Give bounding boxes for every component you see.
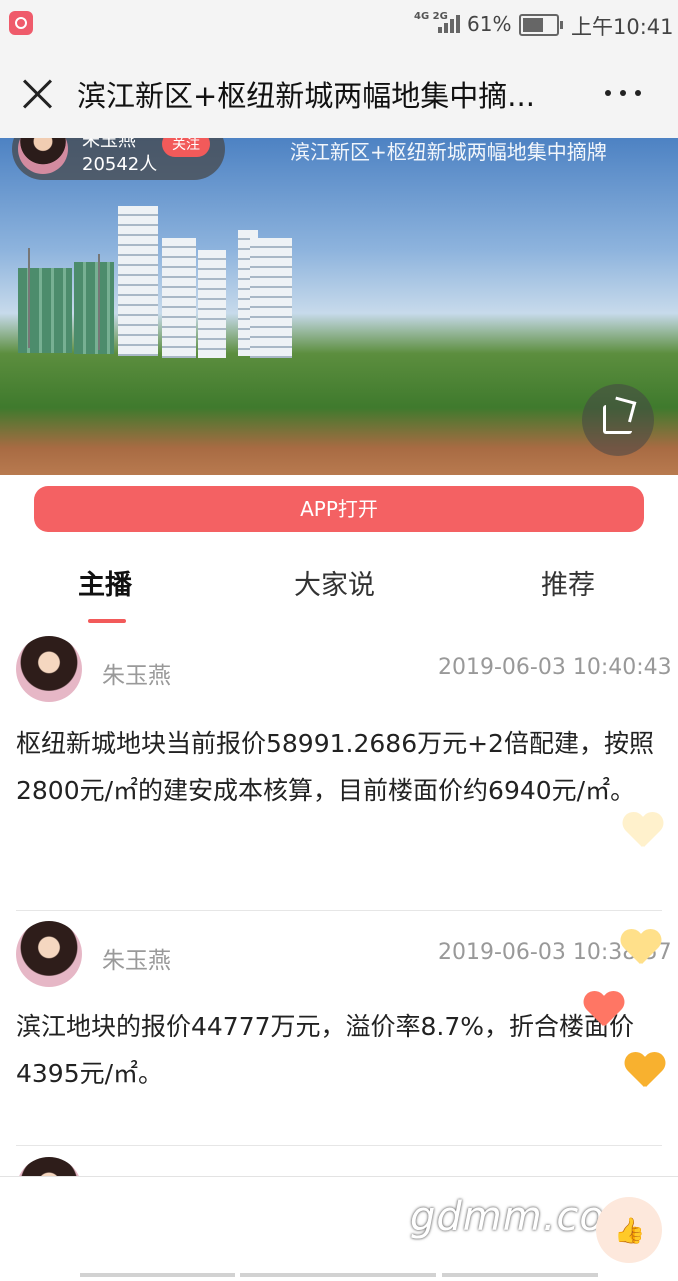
home-indicator bbox=[240, 1273, 436, 1277]
building-shape bbox=[162, 238, 196, 358]
battery-icon bbox=[519, 14, 563, 36]
post-author: 朱玉燕 bbox=[102, 663, 171, 689]
like-button[interactable]: 👍 bbox=[596, 1197, 662, 1263]
tab-host[interactable]: 主播 bbox=[78, 563, 132, 602]
active-tab-indicator bbox=[88, 619, 126, 623]
building-shape bbox=[18, 268, 72, 353]
host-follower-count: 20542人 bbox=[82, 154, 158, 175]
signal-icon bbox=[438, 13, 460, 33]
tab-everyone-says[interactable]: 大家说 bbox=[294, 563, 375, 602]
close-icon[interactable] bbox=[20, 77, 54, 111]
crane-shape bbox=[98, 254, 100, 350]
avatar[interactable] bbox=[16, 636, 82, 702]
home-indicator bbox=[442, 1273, 598, 1277]
status-bar: 4G 2G 61% 上午10:41 bbox=[0, 0, 678, 48]
bottom-bar: gdmm.com 👍 bbox=[0, 1176, 678, 1281]
building-shape bbox=[118, 206, 158, 356]
heart-icon bbox=[620, 930, 662, 966]
divider bbox=[16, 1145, 662, 1146]
title-bar: 滨江新区+枢纽新城两幅地集中摘... bbox=[0, 48, 678, 139]
post-content: 枢纽新城地块当前报价58991.2686万元+2倍配建，按照2800元/㎡的建安… bbox=[16, 729, 654, 805]
hero-image: 朱玉燕 20542人 关注 滨江新区+枢纽新城两幅地集中摘牌 bbox=[0, 138, 678, 475]
building-shape bbox=[74, 262, 114, 354]
battery-percentage: 61% bbox=[467, 12, 512, 36]
crane-shape bbox=[28, 248, 30, 348]
hero-caption: 滨江新区+枢纽新城两幅地集中摘牌 bbox=[290, 140, 607, 164]
status-clock: 上午10:41 bbox=[571, 15, 674, 39]
avatar[interactable] bbox=[16, 921, 82, 987]
more-options-icon[interactable] bbox=[605, 90, 645, 98]
heart-icon bbox=[583, 992, 625, 1028]
app-icon bbox=[9, 11, 33, 35]
building-shape bbox=[250, 238, 292, 358]
heart-icon bbox=[624, 1053, 666, 1089]
divider bbox=[16, 910, 662, 911]
tab-recommend[interactable]: 推荐 bbox=[541, 563, 595, 602]
page-title: 滨江新区+枢纽新城两幅地集中摘... bbox=[77, 79, 535, 113]
host-card[interactable]: 朱玉燕 20542人 关注 bbox=[12, 138, 225, 180]
follow-button[interactable]: 关注 bbox=[162, 138, 210, 157]
share-icon[interactable] bbox=[582, 384, 654, 456]
home-indicator bbox=[80, 1273, 235, 1277]
post-author: 朱玉燕 bbox=[102, 948, 171, 974]
avatar[interactable] bbox=[18, 138, 68, 174]
app-open-button[interactable]: APP打开 bbox=[34, 486, 644, 532]
heart-icon bbox=[622, 813, 664, 849]
post-content: 滨江地块的报价44777万元，溢价率8.7%，折合楼面价4395元/㎡。 bbox=[16, 1012, 635, 1088]
thumbs-up-icon: 👍 bbox=[614, 1216, 646, 1245]
building-shape bbox=[198, 250, 226, 358]
post-time: 2019-06-03 10:40:43 bbox=[438, 655, 672, 680]
